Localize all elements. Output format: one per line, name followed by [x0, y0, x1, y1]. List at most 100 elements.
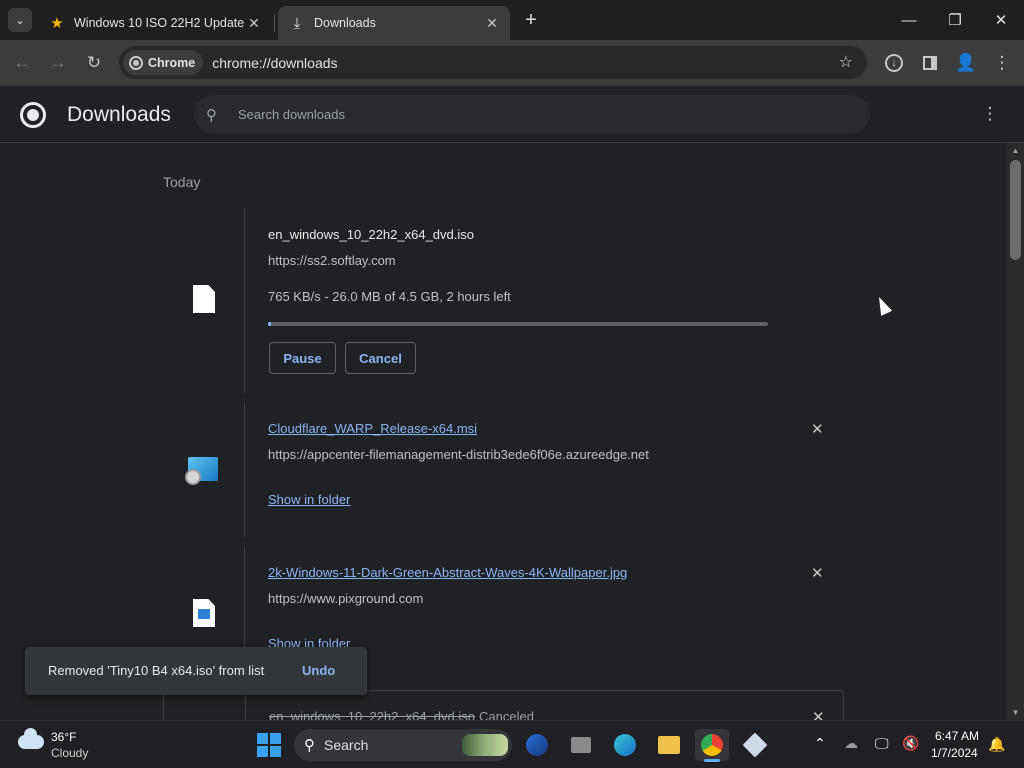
remove-from-list-button[interactable]: ✕: [812, 708, 825, 720]
download-circle-icon: ↓: [885, 54, 903, 72]
chrome-icon: [129, 55, 143, 70]
image-file-icon: [193, 599, 215, 627]
side-panel-button[interactable]: [916, 49, 944, 77]
clock-time[interactable]: 6:47 AM: [935, 729, 979, 743]
volume-muted-icon[interactable]: 🔇: [902, 735, 919, 752]
search-icon: ⚲: [304, 737, 315, 754]
file-source-url: https://ss2.softlay.com: [268, 253, 396, 268]
file-icon-column: [164, 691, 246, 720]
file-name: en_windows_10_22h2_x64_dvd.iso: [269, 709, 475, 720]
tab-search-button[interactable]: ⌄: [8, 8, 32, 32]
reload-icon: ↻: [86, 53, 102, 72]
task-view-icon[interactable]: [564, 729, 598, 761]
taskbar-search[interactable]: ⚲ Search: [294, 729, 512, 761]
profile-icon: 👤: [955, 53, 977, 72]
chevron-down-icon: ⌄: [15, 14, 25, 27]
installer-icon: [185, 457, 218, 485]
tab-title: Windows 10 ISO 22H2 Update: [74, 16, 245, 30]
file-source-url: https://appcenter-filemanagement-distrib…: [268, 447, 649, 462]
download-status: 765 KB/s - 26.0 MB of 4.5 GB, 2 hours le…: [268, 289, 511, 304]
scrollbar[interactable]: ▲ ▼: [1007, 143, 1024, 720]
search-input[interactable]: [238, 107, 798, 122]
site-info-chip[interactable]: Chrome: [123, 50, 204, 75]
clock-date[interactable]: 1/7/2024: [931, 746, 978, 760]
star-icon: ★: [50, 15, 64, 32]
file-source-url: https://www.pixground.com: [268, 591, 424, 606]
side-panel-icon: [923, 56, 937, 70]
taskbar-search-label: Search: [324, 737, 369, 753]
close-icon: ✕: [811, 565, 824, 582]
download-icon: ⤓: [293, 14, 301, 32]
weather-description: Cloudy: [51, 746, 89, 760]
menu-button[interactable]: ⋮: [988, 49, 1016, 77]
minimize-button[interactable]: —: [886, 0, 932, 40]
document-icon: [193, 285, 215, 313]
back-button[interactable]: ←: [8, 49, 36, 77]
scroll-up-arrow-icon[interactable]: ▲: [1011, 146, 1020, 155]
removed-toast: Removed 'Tiny10 B4 x64.iso' from list Un…: [25, 647, 367, 695]
url-text[interactable]: chrome://downloads: [212, 55, 337, 71]
chevron-up-icon[interactable]: ⌃: [814, 735, 826, 752]
weather-temperature: 36°F: [51, 730, 77, 744]
close-icon[interactable]: ✕: [484, 15, 500, 32]
more-actions-button[interactable]: ⋮: [980, 104, 1000, 126]
file-explorer-icon[interactable]: [652, 729, 686, 761]
remove-from-list-button[interactable]: ✕: [811, 564, 824, 582]
onedrive-cloud-icon[interactable]: ☁: [844, 735, 858, 752]
kebab-icon: ⋮: [993, 53, 1011, 72]
chrome-logo-icon: [20, 102, 46, 128]
file-name-link[interactable]: Cloudflare_WARP_Release-x64.msi: [268, 421, 477, 436]
edge-app-icon[interactable]: [608, 729, 642, 761]
reload-button[interactable]: ↻: [80, 49, 108, 77]
download-item: Cloudflare_WARP_Release-x64.msi ✕ https:…: [163, 403, 844, 537]
arrow-left-icon: ←: [13, 53, 31, 72]
profile-button[interactable]: 👤: [952, 49, 980, 77]
tab-downloads[interactable]: ⤓ Downloads ✕: [278, 6, 510, 40]
address-bar[interactable]: Chrome chrome://downloads ☆: [119, 46, 867, 79]
downloads-list: Today en_windows_10_22h2_x64_dvd.iso htt…: [0, 143, 1007, 720]
browser-toolbar: ← → ↻ Chrome chrome://downloads ☆ ↓ 👤 ⋮: [0, 40, 1024, 86]
active-app-indicator: [704, 759, 720, 762]
network-icon[interactable]: 🖵: [875, 735, 889, 752]
close-icon: ✕: [812, 709, 825, 720]
start-button[interactable]: [257, 733, 281, 757]
canceled-status: Canceled: [479, 709, 534, 720]
scrollbar-thumb[interactable]: [1010, 160, 1021, 260]
chrome-app-icon[interactable]: [695, 729, 729, 762]
tab-strip: ⌄ ★ Windows 10 ISO 22H2 Update ✕ ⤓ Downl…: [0, 0, 1024, 40]
search-icon: ⚲: [206, 106, 217, 124]
tab-windows-10-iso[interactable]: ★ Windows 10 ISO 22H2 Update ✕: [38, 6, 272, 40]
download-item: en_windows_10_22h2_x64_dvd.iso https://s…: [163, 209, 844, 393]
notification-bell-icon[interactable]: 🔔: [988, 736, 1005, 753]
tab-separator: [274, 14, 275, 32]
close-window-button[interactable]: ✕: [978, 0, 1024, 40]
virtualbox-app-icon[interactable]: [738, 729, 772, 761]
restore-button[interactable]: ❐: [932, 0, 978, 40]
scroll-down-arrow-icon[interactable]: ▼: [1011, 708, 1020, 717]
pause-button[interactable]: Pause: [269, 342, 336, 374]
file-name-link[interactable]: 2k-Windows-11-Dark-Green-Abstract-Waves-…: [268, 565, 627, 580]
date-section-label: Today: [163, 174, 201, 190]
search-highlight-image: [462, 734, 508, 756]
cancel-button[interactable]: Cancel: [345, 342, 416, 374]
undo-button[interactable]: Undo: [302, 663, 335, 678]
forward-button[interactable]: →: [44, 49, 72, 77]
downloads-header: Downloads ⚲ ⋮: [0, 86, 1024, 143]
download-progress-bar: [268, 322, 768, 326]
edge-beta-app-icon[interactable]: [520, 729, 554, 761]
kebab-icon: ⋮: [981, 104, 999, 123]
file-icon-column: [163, 209, 245, 393]
close-icon: ✕: [811, 421, 824, 438]
windows-taskbar: 36°F Cloudy ⚲ Search ⌃ ☁ 🖵 🔇 6:47 AM 1/7…: [0, 720, 1024, 768]
progress-fill: [268, 322, 271, 326]
bookmark-star-icon[interactable]: ☆: [839, 52, 853, 72]
downloads-button[interactable]: ↓: [880, 49, 908, 77]
chip-label: Chrome: [148, 55, 196, 70]
cloud-icon: [18, 728, 44, 749]
file-icon-column: [163, 403, 245, 537]
search-downloads[interactable]: ⚲: [194, 95, 870, 134]
show-in-folder-link[interactable]: Show in folder: [268, 492, 350, 507]
remove-from-list-button[interactable]: ✕: [811, 420, 824, 438]
new-tab-button[interactable]: +: [519, 8, 543, 32]
close-icon[interactable]: ✕: [246, 15, 262, 32]
